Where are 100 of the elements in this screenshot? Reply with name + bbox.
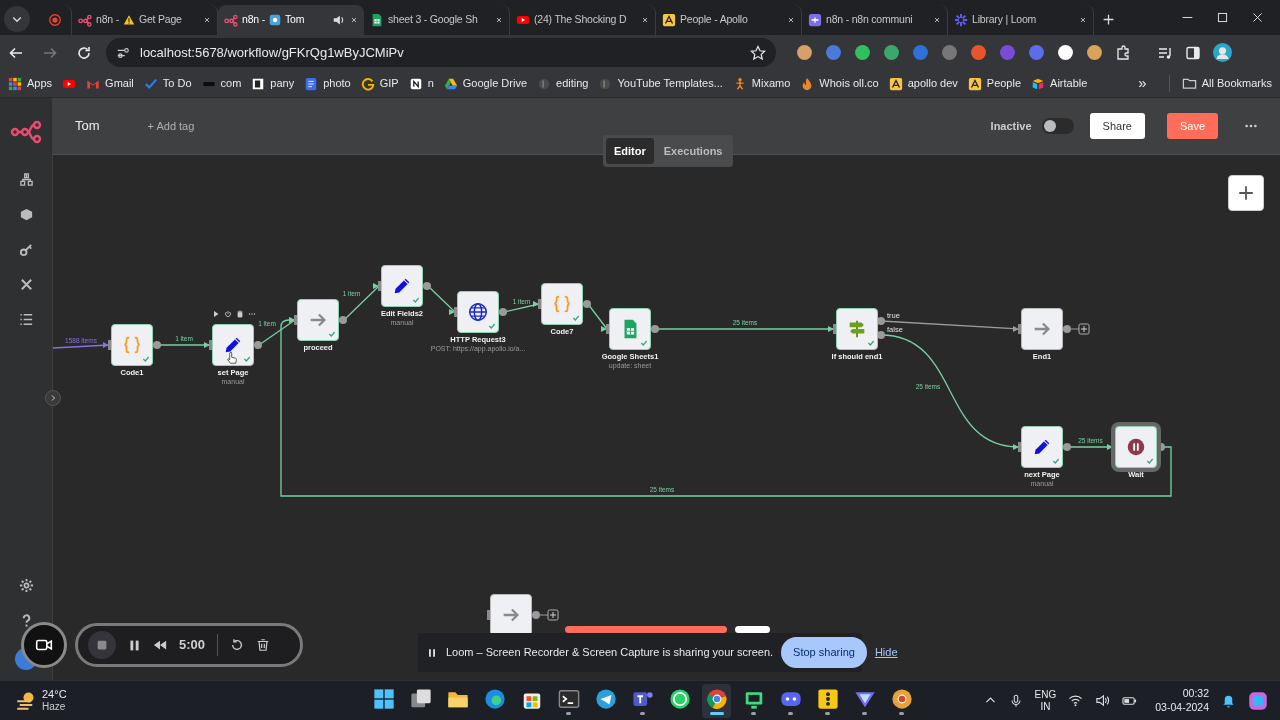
- workflow-node[interactable]: [457, 291, 499, 333]
- list-icon[interactable]: [18, 312, 34, 327]
- site-info-icon[interactable]: [116, 45, 130, 60]
- bookmark-link[interactable]: apollo dev: [888, 75, 958, 92]
- pause-icon[interactable]: [128, 638, 141, 652]
- side-panel-icon[interactable]: [1185, 44, 1201, 61]
- connection-line[interactable]: [587, 303, 608, 332]
- output-port[interactable]: [153, 341, 161, 349]
- connection-line[interactable]: [427, 285, 456, 315]
- output-port[interactable]: [651, 325, 659, 333]
- variable-icon[interactable]: [18, 277, 34, 292]
- output-port[interactable]: [1063, 443, 1071, 451]
- output-port[interactable]: [339, 316, 347, 324]
- output-port[interactable]: [1063, 325, 1071, 333]
- tab-search-button[interactable]: [4, 6, 30, 32]
- extension-icon[interactable]: [1086, 44, 1103, 61]
- bookmark-link[interactable]: Google Drive: [443, 75, 527, 92]
- bookmark-link[interactable]: n: [408, 75, 434, 92]
- close-icon[interactable]: [787, 16, 795, 24]
- extension-icon[interactable]: [854, 44, 871, 61]
- bookmark-link[interactable]: People: [967, 75, 1022, 92]
- add-node-button[interactable]: [1070, 323, 1090, 335]
- bookmark-link[interactable]: Whois oll.co: [800, 75, 879, 92]
- active-toggle[interactable]: [1041, 118, 1074, 134]
- output-port[interactable]: [254, 341, 262, 349]
- workflow-name[interactable]: Tom: [75, 116, 100, 136]
- maximize-icon[interactable]: [1216, 11, 1229, 24]
- connection-line[interactable]: [343, 283, 380, 321]
- power-button[interactable]: [224, 310, 232, 318]
- workflow-node[interactable]: [111, 324, 153, 366]
- add-node-button[interactable]: [1228, 175, 1264, 211]
- sitemap-icon[interactable]: [18, 172, 34, 187]
- extension-icon[interactable]: [1057, 44, 1074, 61]
- bell-icon[interactable]: [1221, 693, 1236, 708]
- bookmark-link[interactable]: editing: [537, 75, 589, 92]
- star-icon[interactable]: [750, 44, 766, 61]
- delete-button[interactable]: [236, 310, 244, 318]
- hide-link[interactable]: Hide: [874, 644, 898, 661]
- add-tag-link[interactable]: + Add tag: [147, 117, 195, 135]
- clock-time[interactable]: 00:32: [1182, 687, 1209, 701]
- bookmark-link[interactable]: pany: [251, 75, 295, 92]
- close-icon[interactable]: [933, 16, 941, 24]
- more-bookmarks-button[interactable]: »: [1138, 72, 1147, 95]
- connection-line[interactable]: [280, 317, 1172, 497]
- volume-icon[interactable]: [1095, 693, 1111, 708]
- close-icon[interactable]: [641, 16, 649, 24]
- wifi-icon[interactable]: [1068, 693, 1084, 708]
- profile-icon[interactable]: [1213, 43, 1232, 62]
- rewind-icon[interactable]: [153, 638, 167, 652]
- extension-icon[interactable]: [796, 44, 813, 61]
- add-node-button[interactable]: [539, 609, 559, 621]
- workflow-node[interactable]: [381, 265, 423, 307]
- bookmark-link[interactable]: Airtable: [1031, 75, 1088, 92]
- workflow-node[interactable]: [1021, 426, 1063, 468]
- workflow-node[interactable]: [836, 308, 878, 350]
- workflow-node[interactable]: [212, 324, 254, 366]
- bookmark-link[interactable]: Apps: [8, 75, 53, 92]
- box-icon[interactable]: [18, 207, 34, 222]
- view-tab[interactable]: Editor: [606, 137, 654, 164]
- output-port[interactable]: [583, 300, 591, 308]
- output-port[interactable]: [423, 282, 431, 290]
- new-tab-icon[interactable]: [1102, 13, 1115, 26]
- trash-icon[interactable]: [256, 638, 271, 652]
- stop-button[interactable]: [88, 631, 116, 659]
- workflow-node[interactable]: [609, 308, 651, 350]
- bookmark-link[interactable]: GIP: [360, 75, 399, 92]
- workflow-node[interactable]: [541, 283, 583, 325]
- restart-icon[interactable]: [230, 638, 245, 652]
- bookmark-link[interactable]: photo: [304, 75, 351, 92]
- region-indicator[interactable]: IN: [1040, 700, 1051, 713]
- speaker-icon[interactable]: [332, 13, 346, 27]
- browser-tab[interactable]: n8n - Tom: [218, 5, 364, 35]
- settings-icon[interactable]: [18, 578, 34, 593]
- puzzle-icon[interactable]: [1115, 44, 1131, 61]
- close-icon[interactable]: [350, 16, 358, 24]
- bookmark-link[interactable]: Mixamo: [732, 75, 791, 92]
- language-indicator[interactable]: ENG: [1034, 688, 1057, 701]
- key-icon[interactable]: [18, 242, 34, 257]
- close-icon[interactable]: [1251, 11, 1264, 24]
- stop-sharing-button[interactable]: Stop sharing: [781, 637, 867, 668]
- copilot-icon[interactable]: [1248, 690, 1268, 711]
- close-icon[interactable]: [203, 16, 211, 24]
- more-button[interactable]: [248, 310, 256, 318]
- workflow-node[interactable]: [1021, 308, 1063, 350]
- output-port[interactable]: [499, 308, 507, 316]
- share-button[interactable]: Share: [1089, 112, 1145, 140]
- address-bar[interactable]: localhost:5678/workflow/gFKrQg1wByJCMiPv: [106, 38, 776, 67]
- clock-date[interactable]: 03-04-2024: [1155, 700, 1209, 714]
- output-port[interactable]: [532, 611, 540, 619]
- all-bookmarks-button[interactable]: All Bookmarks: [1168, 75, 1272, 92]
- taskbar-app[interactable]: [702, 684, 731, 718]
- close-icon[interactable]: [495, 16, 503, 24]
- bookmark-link[interactable]: Gmail: [86, 75, 134, 92]
- bookmark-link[interactable]: com: [201, 75, 242, 92]
- bookmark-link[interactable]: YouTube Templates...: [598, 75, 723, 92]
- workflow-node[interactable]: [490, 594, 532, 636]
- view-tab[interactable]: Executions: [655, 137, 731, 164]
- play-button[interactable]: [212, 310, 220, 318]
- bookmark-link[interactable]: To Do: [143, 75, 192, 92]
- reload-icon[interactable]: [76, 44, 92, 61]
